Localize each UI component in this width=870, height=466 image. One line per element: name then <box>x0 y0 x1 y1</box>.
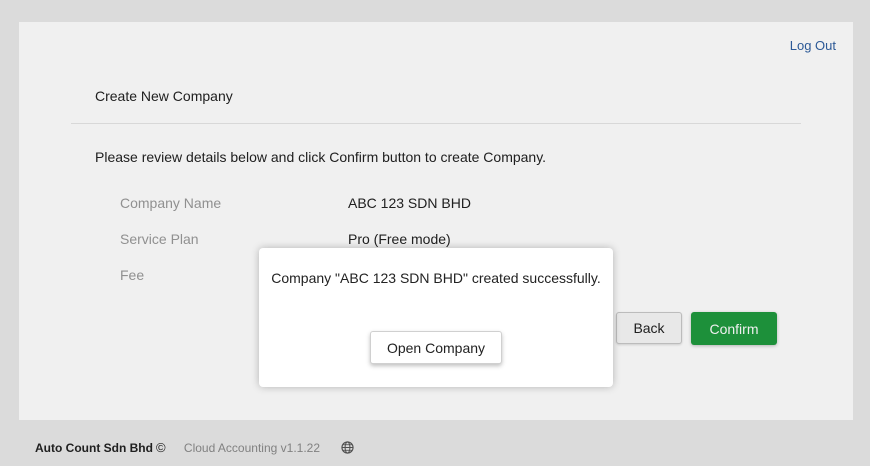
open-company-button[interactable]: Open Company <box>370 331 502 364</box>
modal-backdrop <box>0 0 870 466</box>
dialog-message: Company "ABC 123 SDN BHD" created succes… <box>271 270 601 286</box>
success-dialog: Company "ABC 123 SDN BHD" created succes… <box>259 248 613 387</box>
